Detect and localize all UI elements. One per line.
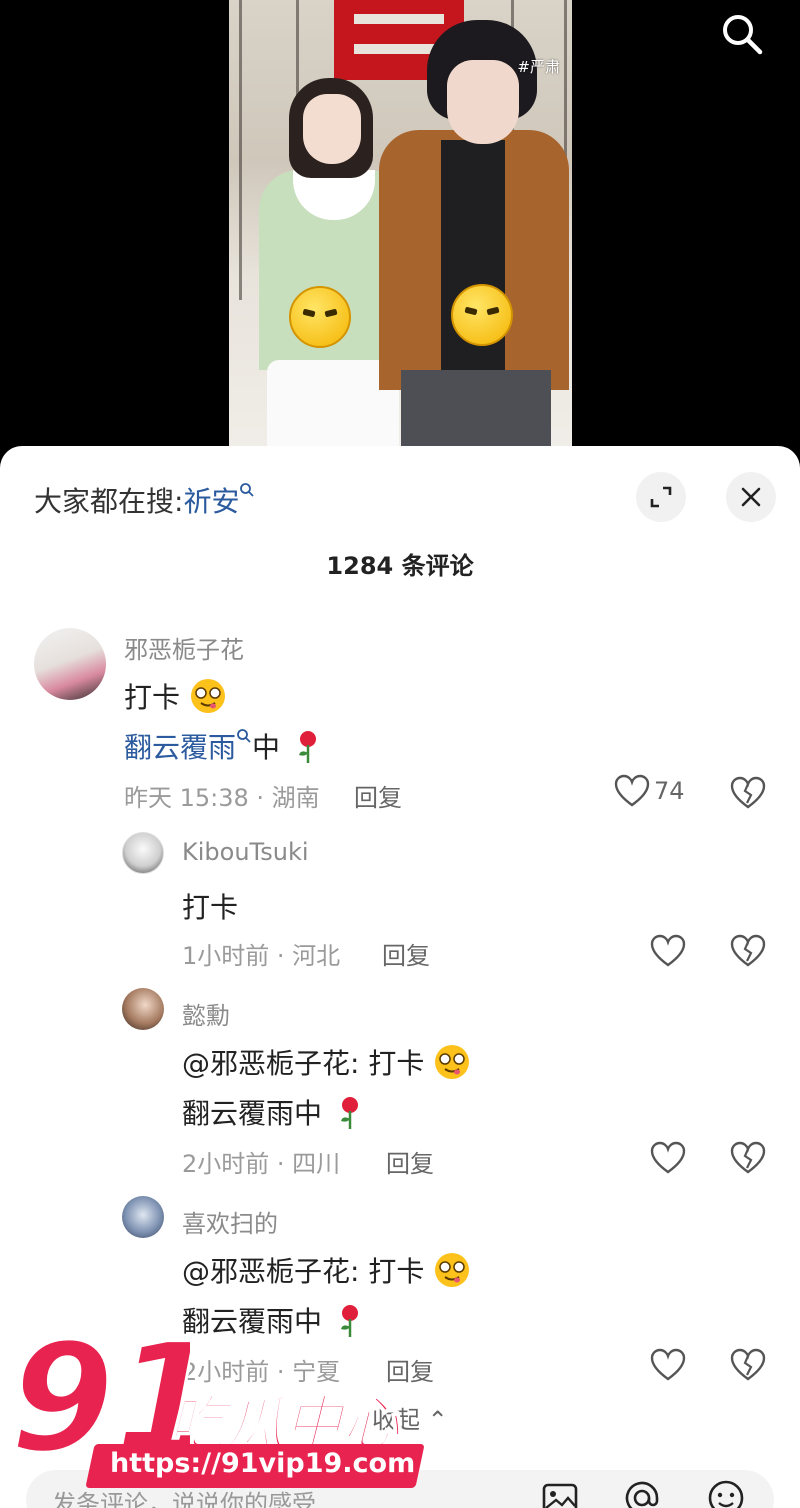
star-eyes-emoji-icon: [435, 1253, 470, 1287]
comment-text-line: 翻云覆雨中: [182, 1305, 323, 1338]
emoji-sticker: [451, 284, 513, 346]
comment-meta: 2小时前 · 宁夏: [182, 1358, 341, 1386]
video-hashtag: #严肃: [517, 58, 560, 76]
chevron-up-icon: ⌃: [427, 1406, 448, 1434]
comment-text-line2: 翻云覆雨中: [182, 1300, 369, 1340]
reply-item: 喜欢扫的 @邪恶栀子花: 打卡 翻云覆雨中 2小时前 · 宁夏 回复: [0, 446, 800, 1406]
reply-button[interactable]: 回复: [386, 1352, 434, 1387]
search-icon[interactable]: [718, 10, 766, 58]
video-frame[interactable]: #严肃: [229, 0, 572, 460]
comment-username[interactable]: 喜欢扫的: [182, 1204, 278, 1239]
broken-heart-icon[interactable]: [730, 1348, 766, 1382]
collapse-replies-button[interactable]: 收起 ⌃: [372, 1400, 448, 1435]
person-girl-face: [303, 94, 361, 164]
comment-input-placeholder: 发条评论，说说你的感受: [52, 1490, 316, 1508]
comment-text: @邪恶栀子花: 打卡: [182, 1250, 471, 1290]
emoji-icon[interactable]: [704, 1476, 748, 1508]
comment-input[interactable]: 发条评论，说说你的感受: [26, 1470, 774, 1508]
avatar[interactable]: [122, 1196, 164, 1238]
image-icon[interactable]: [538, 1476, 582, 1508]
mention-icon[interactable]: [620, 1476, 664, 1508]
heart-icon[interactable]: [650, 1348, 686, 1382]
person-boy-face: [447, 60, 519, 144]
comment-text-line: @邪恶栀子花: 打卡: [182, 1255, 425, 1288]
rose-icon: [340, 1305, 358, 1337]
video-player[interactable]: #严肃: [0, 0, 800, 470]
comment-sheet: 大家都在搜:祈安 1284 条评论 邪恶栀子花 打卡 翻云覆雨中 昨天 15:3: [0, 446, 800, 1508]
collapse-label: 收起: [372, 1406, 420, 1434]
emoji-sticker: [289, 286, 351, 348]
